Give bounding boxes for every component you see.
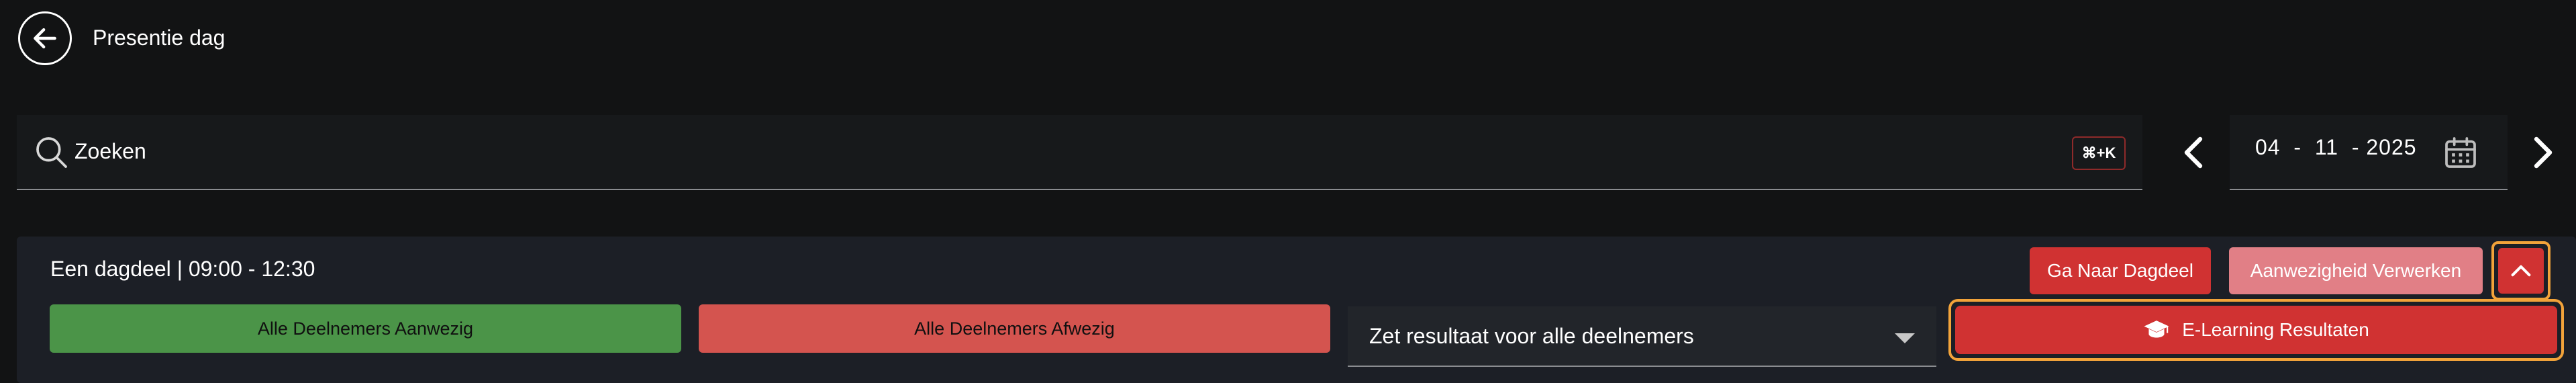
result-select[interactable]: Zet resultaat voor alle deelnemers [1348,306,1936,367]
arrow-left-icon [34,28,56,49]
elearning-results-button-inner: E-Learning Resultaten [1955,306,2557,354]
result-select-label: Zet resultaat voor alle deelnemers [1369,324,1694,348]
search-bar: ⌘+K [17,115,2142,190]
back-button[interactable] [18,11,72,65]
caret-down-icon [1895,333,1915,343]
graduation-cap-icon [2144,321,2169,338]
search-shortcut-badge: ⌘+K [2072,136,2126,170]
session-title: Een dagdeel | 09:00 - 12:30 [50,257,315,281]
header: Presentie dag [0,0,2576,77]
all-absent-button[interactable]: Alle Deelnemers Afwezig [699,304,1330,353]
collapse-button[interactable] [2491,241,2550,300]
prev-day-button[interactable] [2177,132,2210,173]
date-picker[interactable]: 04 - 11 - 2025 [2230,115,2508,190]
session-card: Een dagdeel | 09:00 - 12:30 Ga Naar Dagd… [17,237,2576,383]
chevron-right-icon [2534,136,2553,169]
page-title: Presentie dag [93,26,226,50]
calendar-icon[interactable] [2442,134,2479,171]
elearning-results-button[interactable]: E-Learning Resultaten [1948,299,2564,361]
process-attendance-button[interactable]: Aanwezigheid Verwerken [2229,247,2483,294]
date-value: 04 - 11 - 2025 [2255,135,2417,159]
all-present-button[interactable]: Alle Deelnemers Aanwezig [50,304,681,353]
elearning-results-label: E-Learning Resultaten [2182,319,2369,340]
goto-session-button[interactable]: Ga Naar Dagdeel [2030,247,2211,294]
chevron-up-icon [2511,265,2531,277]
chevron-left-icon [2184,136,2203,169]
next-day-button[interactable] [2526,132,2560,173]
search-icon [36,137,67,168]
search-input[interactable] [73,132,2020,170]
collapse-button-inner [2498,248,2544,294]
